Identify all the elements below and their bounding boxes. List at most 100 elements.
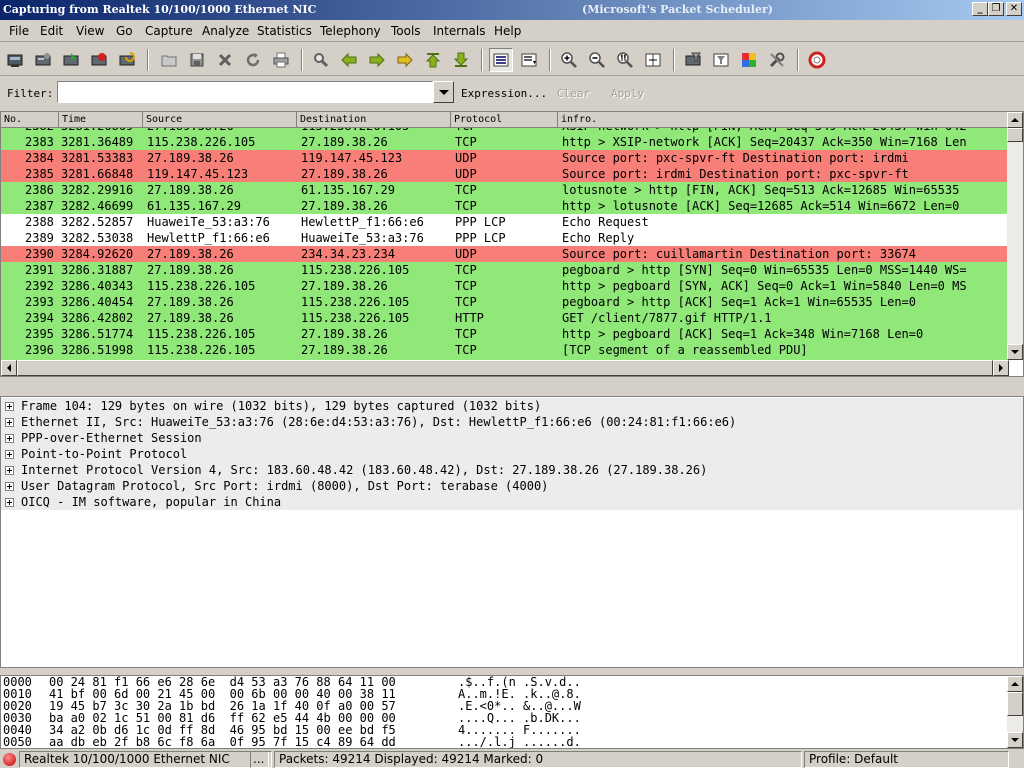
close-window-button[interactable]: ✕ — [1006, 2, 1022, 16]
menu-tools[interactable]: Tools — [391, 24, 421, 38]
close-icon[interactable] — [213, 48, 237, 72]
reload-icon[interactable] — [241, 48, 265, 72]
table-row[interactable]: 2389 3282.53038 HewlettP_f1:66:e6 HuaweiTe_… — [1, 230, 1009, 246]
expand-icon[interactable] — [5, 466, 14, 475]
table-row[interactable]: 2394 3286.42802 27.189.38.26 115.238.226.10… — [1, 310, 1009, 326]
scroll-thumb[interactable] — [1007, 692, 1023, 716]
table-row[interactable]: 2383 3281.36489 115.238.226.105 27.189.38.2… — [1, 134, 1009, 150]
clear-button[interactable]: Clear — [557, 87, 590, 100]
packet-list-hscrollbar[interactable] — [1, 360, 1009, 376]
autoscroll-icon[interactable] — [517, 48, 541, 72]
column-header-protocol[interactable]: Protocol — [451, 112, 558, 128]
scroll-left-button[interactable] — [1, 360, 17, 376]
tree-item[interactable]: Ethernet II, Src: HuaweiTe_53:a3:76 (28:… — [1, 414, 1023, 430]
scroll-right-button[interactable] — [993, 360, 1009, 376]
expand-icon[interactable] — [5, 418, 14, 427]
apply-button[interactable]: Apply — [611, 87, 644, 100]
tree-item[interactable]: OICQ - IM software, popular in China — [1, 494, 1023, 510]
tree-item[interactable]: Frame 104: 129 bytes on wire (1032 bits)… — [1, 398, 1023, 414]
scroll-up-button[interactable] — [1007, 676, 1023, 692]
table-row[interactable]: 2395 3286.51774 115.238.226.105 27.189.38.2… — [1, 326, 1009, 342]
menu-go[interactable]: Go — [116, 24, 133, 38]
options-icon[interactable] — [31, 48, 55, 72]
table-row[interactable]: 2384 3281.53383 27.189.38.26 119.147.45.123… — [1, 150, 1009, 166]
table-row[interactable]: 2388 3282.52857 HuaweiTe_53:a3:76 HewlettP_… — [1, 214, 1009, 230]
tree-item[interactable]: Point-to-Point Protocol — [1, 446, 1023, 462]
column-header-info[interactable]: infro. — [558, 112, 1009, 128]
menu-analyze[interactable]: Analyze — [202, 24, 249, 38]
stop-icon[interactable] — [87, 48, 111, 72]
filter-dropdown-button[interactable] — [433, 81, 454, 103]
restart-icon[interactable] — [115, 48, 139, 72]
expand-icon[interactable] — [5, 482, 14, 491]
packet-list[interactable]: 2382 3281.26869 27.189.38.26 115.238.226.10… — [0, 111, 1024, 377]
filter-input[interactable] — [57, 81, 433, 103]
menu-statistics[interactable]: Statistics — [257, 24, 312, 38]
table-row[interactable]: 2390 3284.92620 27.189.38.26 234.34.23.234 U… — [1, 246, 1009, 262]
print-icon[interactable] — [269, 48, 293, 72]
capture-filters-icon[interactable] — [681, 48, 705, 72]
column-header-no[interactable]: No. — [1, 112, 59, 128]
menu-edit[interactable]: Edit — [40, 24, 63, 38]
scroll-down-button[interactable] — [1007, 344, 1023, 360]
expand-icon[interactable] — [5, 434, 14, 443]
minimize-button[interactable]: _ — [972, 2, 988, 16]
zoom-out-icon[interactable] — [585, 48, 609, 72]
help-icon[interactable] — [805, 48, 829, 72]
scroll-down-button[interactable] — [1007, 732, 1023, 748]
open-icon[interactable] — [157, 48, 181, 72]
menu-view[interactable]: View — [76, 24, 104, 38]
display-filters-icon[interactable] — [709, 48, 733, 72]
expand-icon[interactable] — [5, 402, 14, 411]
pane-splitter[interactable] — [0, 377, 1024, 396]
tree-item[interactable]: User Datagram Protocol, Src Port: irdmi … — [1, 478, 1023, 494]
table-row[interactable]: 2396 3286.51998 115.238.226.105 27.189.38.2… — [1, 342, 1009, 358]
column-header-destination[interactable]: Destination — [297, 112, 451, 128]
column-header-time[interactable]: Time — [59, 112, 143, 128]
hscroll-thumb[interactable] — [17, 360, 993, 376]
expand-icon[interactable] — [5, 498, 14, 507]
last-icon[interactable] — [449, 48, 473, 72]
zoom-normal-icon[interactable] — [613, 48, 637, 72]
expression-button[interactable]: Expression... — [461, 87, 547, 100]
start-icon[interactable] — [59, 48, 83, 72]
tree-item[interactable]: PPP-over-Ethernet Session — [1, 430, 1023, 446]
menu-capture[interactable]: Capture — [145, 24, 193, 38]
colorize-icon[interactable] — [489, 48, 513, 72]
table-row[interactable]: 2392 3286.40343 115.238.226.105 27.189.38.2… — [1, 278, 1009, 294]
menu-internals[interactable]: Internals — [433, 24, 486, 38]
coloring-rules-icon[interactable] — [737, 48, 761, 72]
bytes-vscrollbar[interactable] — [1007, 676, 1023, 748]
tree-item[interactable]: Internet Protocol Version 4, Src: 183.60… — [1, 462, 1023, 478]
packet-bytes[interactable]: 0000 00 24 81 f1 66 e6 28 6e d4 53 a3 76 … — [0, 675, 1024, 749]
back-icon[interactable] — [337, 48, 361, 72]
hex-row[interactable]: 0050 aa db eb 2f b8 6c f8 6a 0f 95 7f 15 … — [1, 736, 1007, 748]
table-row[interactable]: 2385 3281.66848 119.147.45.123 27.189.38.26… — [1, 166, 1009, 182]
find-icon[interactable] — [309, 48, 333, 72]
title-bar[interactable]: Capturing from Realtek 10/100/1000 Ether… — [0, 0, 1024, 20]
status-profile[interactable]: Profile: Default — [804, 751, 1009, 768]
table-row[interactable]: 2386 3282.29916 27.189.38.26 61.135.167.29 T… — [1, 182, 1009, 198]
menu-telephony[interactable]: Telephony — [320, 24, 381, 38]
scroll-up-button[interactable] — [1007, 112, 1023, 128]
packet-details[interactable]: Frame 104: 129 bytes on wire (1032 bits)… — [0, 396, 1024, 668]
save-icon[interactable] — [185, 48, 209, 72]
forward-icon[interactable] — [365, 48, 389, 72]
table-row[interactable]: 2393 3286.40454 27.189.38.26 115.238.226.10… — [1, 294, 1009, 310]
goto-icon[interactable] — [393, 48, 417, 72]
expand-icon[interactable] — [5, 450, 14, 459]
zoom-in-icon[interactable] — [557, 48, 581, 72]
interfaces-icon[interactable] — [3, 48, 27, 72]
table-row[interactable]: 2387 3282.46699 61.135.167.29 27.189.38.26 T… — [1, 198, 1009, 214]
menu-file[interactable]: File — [9, 24, 29, 38]
preferences-icon[interactable] — [765, 48, 789, 72]
capture-status-icon[interactable] — [3, 753, 16, 766]
scroll-thumb[interactable] — [1007, 128, 1023, 142]
maximize-button[interactable]: ❐ — [988, 2, 1004, 16]
packet-list-vscrollbar[interactable] — [1007, 112, 1023, 360]
menu-help[interactable]: Help — [494, 24, 521, 38]
first-icon[interactable] — [421, 48, 445, 72]
table-row[interactable]: 2391 3286.31887 27.189.38.26 115.238.226.10… — [1, 262, 1009, 278]
resize-columns-icon[interactable] — [641, 48, 665, 72]
column-header-source[interactable]: Source — [143, 112, 297, 128]
